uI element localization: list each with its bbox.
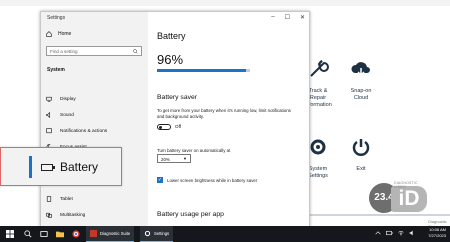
- brightness-checkbox-label: Lower screen brightness while in battery…: [167, 178, 258, 183]
- task-view-icon: [40, 231, 48, 237]
- tablet-icon: [46, 196, 52, 202]
- task-view-button[interactable]: [40, 226, 48, 242]
- taskbar-app-label: Settings: [154, 231, 170, 236]
- snapon-cloud-label: Snap-on Cloud: [350, 88, 372, 101]
- wifi-icon[interactable]: [398, 230, 404, 236]
- sidebar-item-notifications[interactable]: Notifications & actions: [46, 128, 107, 134]
- close-button[interactable]: ✕: [300, 14, 305, 21]
- gear-icon: [310, 139, 326, 155]
- selection-indicator: [29, 156, 32, 178]
- chrome-button[interactable]: [72, 226, 80, 242]
- battery-saver-description: To get more from your battery when it's …: [157, 108, 291, 119]
- toggle-knob: [159, 125, 162, 129]
- sidebar-item-label: Notifications & actions: [60, 128, 108, 134]
- display-icon: [46, 96, 52, 102]
- page-title: Battery: [157, 31, 186, 41]
- app-header-strip: [0, 0, 450, 6]
- app-footer-divider: [302, 214, 450, 216]
- maximize-button[interactable]: ☐: [285, 14, 290, 21]
- toggle-state-label: Off: [175, 124, 182, 129]
- search-icon: [24, 230, 32, 238]
- power-icon: [352, 139, 370, 156]
- chrome-icon: [72, 230, 80, 238]
- taskbar-app-label: Diagnostic Suite: [100, 231, 131, 236]
- sidebar-item-multitasking[interactable]: Multitasking: [46, 212, 85, 218]
- multitasking-icon: [46, 212, 52, 218]
- sidebar-item-sound[interactable]: Sound: [46, 112, 74, 118]
- snapon-cloud-tile[interactable]: Snap-on Cloud: [331, 58, 391, 102]
- sidebar-item-home[interactable]: Home: [46, 31, 71, 37]
- exit-tile[interactable]: Exit: [331, 136, 391, 173]
- battery-level-bar: [157, 69, 250, 72]
- badge-logo: iD: [391, 186, 427, 212]
- explorer-button[interactable]: [56, 226, 64, 242]
- folder-icon: [56, 231, 64, 238]
- battery-icon: [41, 164, 55, 171]
- window-controls: – ☐ ✕: [271, 14, 305, 21]
- window-title: Settings: [47, 15, 66, 21]
- auto-saver-threshold-select[interactable]: 20% ▼: [157, 154, 191, 163]
- sidebar-item-display[interactable]: Display: [46, 96, 76, 102]
- system-tray: [375, 230, 415, 236]
- sidebar-item-label: Display: [60, 96, 76, 102]
- start-button[interactable]: [6, 226, 14, 242]
- search-icon: [133, 49, 138, 54]
- chevron-down-icon: ▼: [183, 156, 187, 161]
- sidebar-item-tablet[interactable]: Tablet: [46, 196, 73, 202]
- auto-saver-label: Turn battery saver on automatically at: [157, 148, 231, 153]
- battery-icon[interactable]: [386, 230, 393, 236]
- taskbar: Diagnostic Suite Settings 10:06 AM 7/27/…: [0, 226, 450, 242]
- watermark-badge: 23.4 iD DIAGNOSTIC VIDEO: [369, 181, 429, 213]
- zoom-callout-battery[interactable]: Battery: [0, 147, 122, 186]
- battery-level-fill: [157, 69, 247, 72]
- search-button[interactable]: [24, 226, 32, 242]
- gear-icon: [144, 230, 151, 237]
- callout-label: Battery: [60, 160, 99, 174]
- settings-window: Settings Home Find a setting System Disp…: [40, 11, 310, 227]
- clock[interactable]: 10:06 AM 7/27/2023: [428, 227, 446, 239]
- battery-saver-toggle[interactable]: [157, 124, 171, 130]
- sidebar-item-label: Multitasking: [60, 212, 86, 218]
- taskbar-app-diagnostic-suite[interactable]: Diagnostic Suite: [86, 226, 135, 242]
- badge-logo-caption: DIAGNOSTIC VIDEO: [394, 181, 418, 189]
- brightness-checkbox[interactable]: ✓: [157, 177, 163, 183]
- windows-icon: [6, 230, 14, 238]
- search-placeholder: Find a setting: [50, 49, 78, 54]
- speaker-icon: [46, 112, 50, 118]
- home-icon: [46, 31, 52, 37]
- chevron-up-icon[interactable]: [375, 230, 381, 236]
- sidebar-item-label: Tablet: [60, 196, 73, 202]
- clock-date: 7/27/2023: [428, 233, 446, 238]
- battery-percentage: 96%: [157, 52, 184, 67]
- app-icon: [90, 230, 97, 237]
- select-value: 20%: [161, 156, 170, 162]
- sidebar-section-title: System: [47, 67, 65, 73]
- notification-icon: [46, 128, 52, 134]
- sidebar-home-label: Home: [58, 31, 72, 37]
- search-input[interactable]: Find a setting: [46, 46, 142, 56]
- battery-usage-heading: Battery usage per app: [157, 211, 224, 218]
- wrench-icon: [310, 60, 329, 77]
- sidebar-item-label: Sound: [60, 112, 74, 118]
- settings-content: – ☐ ✕ Battery 96% Battery saver To get m…: [148, 12, 309, 226]
- taskbar-app-settings[interactable]: Settings: [140, 226, 174, 242]
- settings-sidebar: Settings Home Find a setting System Disp…: [41, 12, 148, 226]
- cloud-download-icon: [351, 62, 370, 77]
- battery-saver-heading: Battery saver: [157, 94, 198, 101]
- minimize-button[interactable]: –: [271, 14, 274, 21]
- exit-label: Exit: [356, 166, 366, 172]
- speaker-icon[interactable]: [409, 230, 415, 236]
